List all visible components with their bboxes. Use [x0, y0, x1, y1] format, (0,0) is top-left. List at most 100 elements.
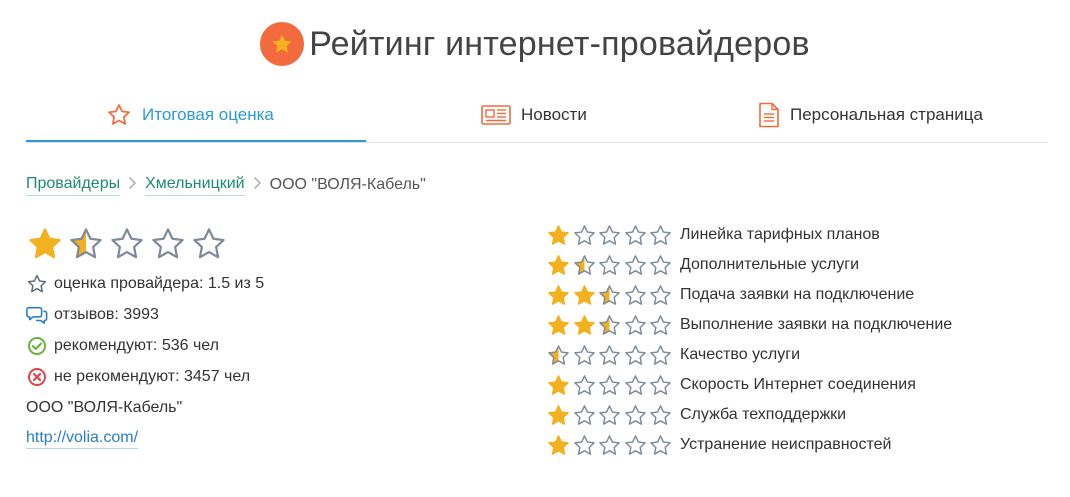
star-empty-icon [624, 344, 646, 365]
criteria-label: Дополнительные услуги [680, 256, 860, 273]
recommend-text: рекомендуют: 536 чел [54, 336, 219, 354]
star-filled-icon [548, 434, 569, 455]
rating-text: оценка провайдера: 1.5 из 5 [54, 274, 265, 292]
star-empty-icon [650, 404, 671, 425]
star-filled-icon [548, 404, 569, 425]
tab-label: Новости [521, 105, 587, 124]
breadcrumb-current: ООО "ВОЛЯ-Кабель" [269, 176, 426, 193]
criteria-row: Выполнение заявки на подключение [546, 310, 1046, 340]
criteria-stars [546, 433, 674, 458]
breadcrumb-city-link[interactable]: Хмельницкий [145, 175, 245, 196]
provider-summary: оценка провайдера: 1.5 из 5 отзывов: 399… [26, 222, 526, 454]
criteria-row: Скорость Интернет соединения [546, 370, 1046, 400]
tab-personal-page[interactable]: Персональная страница [758, 88, 983, 142]
star-empty-icon [650, 284, 671, 305]
website-row: http://volia.com/ [26, 423, 526, 454]
overall-rating-stars [26, 222, 526, 266]
criteria-stars [546, 253, 674, 278]
breadcrumb-providers-link[interactable]: Провайдеры [26, 175, 121, 196]
star-empty-icon [599, 404, 620, 425]
star-empty-icon [624, 374, 646, 395]
not-recommend-text: не рекомендуют: 3457 чел [54, 367, 251, 385]
rating-row: оценка провайдера: 1.5 из 5 [26, 268, 526, 299]
criteria-stars [546, 343, 674, 368]
company-name: ООО "ВОЛЯ-Кабель" [26, 398, 183, 416]
star-empty-icon [624, 404, 646, 425]
star-empty-icon [650, 314, 671, 335]
criteria-stars [546, 313, 674, 338]
star-filled-icon [573, 284, 595, 305]
star-filled-icon [548, 224, 569, 245]
star-empty-icon [599, 344, 620, 365]
star-empty-icon [111, 228, 143, 259]
criteria-row: Линейка тарифных планов [546, 220, 1046, 250]
star-empty-icon [624, 254, 646, 275]
document-icon [758, 102, 780, 128]
star-empty-icon [193, 228, 225, 259]
star-half-icon [70, 228, 102, 259]
star-empty-icon [650, 434, 671, 455]
criteria-row: Дополнительные услуги [546, 250, 1046, 280]
page-title: Рейтинг интернет-провайдеров [309, 24, 810, 63]
star-filled-icon [548, 254, 569, 275]
criteria-stars [546, 403, 674, 428]
star-outline-icon [106, 102, 132, 128]
star-empty-icon [624, 224, 646, 245]
criteria-stars [546, 373, 674, 398]
tab-label: Итоговая оценка [142, 105, 274, 124]
star-filled-icon [573, 314, 595, 335]
website-link[interactable]: http://volia.com/ [26, 429, 139, 449]
star-empty-icon [599, 224, 620, 245]
star-empty-icon [599, 374, 620, 395]
criteria-label: Служба техподдержки [680, 406, 847, 423]
breadcrumb: Провайдеры Хмельницкий ООО "ВОЛЯ-Кабель" [26, 172, 426, 198]
tab-bar: Итоговая оценка Новости Персональная стр… [26, 88, 1048, 143]
star-empty-icon [650, 344, 671, 365]
page-header: Рейтинг интернет-провайдеров [0, 14, 1070, 74]
star-empty-icon [624, 434, 646, 455]
star-empty-icon [573, 404, 595, 425]
star-filled-icon [548, 284, 569, 305]
star-empty-icon [152, 228, 184, 259]
star-empty-icon [573, 434, 595, 455]
criteria-stars [546, 223, 674, 248]
star-empty-icon [650, 374, 671, 395]
criteria-row: Служба техподдержки [546, 400, 1046, 430]
tab-overall-rating[interactable]: Итоговая оценка [106, 88, 274, 142]
criteria-label: Линейка тарифных планов [680, 226, 880, 243]
star-half-icon [548, 344, 569, 365]
reviews-text: отзывов: 3993 [54, 305, 159, 323]
star-empty-icon [599, 254, 620, 275]
star-half-icon [599, 284, 620, 305]
criteria-ratings: Линейка тарифных планов Дополнительные ус… [546, 220, 1046, 460]
star-filled-icon [548, 374, 569, 395]
criteria-label: Устранение неисправностей [680, 436, 892, 453]
criteria-label: Качество услуги [680, 346, 801, 363]
criteria-row: Устранение неисправностей [546, 430, 1046, 460]
criteria-stars [546, 283, 674, 308]
tab-label: Персональная страница [790, 105, 983, 124]
star-filled-icon [548, 314, 569, 335]
star-filled-icon [29, 228, 61, 259]
star-empty-icon [573, 374, 595, 395]
speech-bubbles-icon [26, 305, 48, 325]
star-empty-icon [650, 224, 671, 245]
star-outline-icon [26, 273, 48, 295]
criteria-row: Качество услуги [546, 340, 1046, 370]
not-recommend-row: не рекомендуют: 3457 чел [26, 361, 526, 392]
recommend-row: рекомендуют: 536 чел [26, 330, 526, 361]
chevron-right-icon [253, 176, 262, 194]
company-name-row: ООО "ВОЛЯ-Кабель" [26, 392, 526, 423]
star-empty-icon [573, 224, 595, 245]
star-empty-icon [650, 254, 671, 275]
chevron-right-icon [128, 176, 137, 194]
criteria-label: Подача заявки на подключение [680, 286, 915, 303]
star-empty-icon [624, 284, 646, 305]
criteria-row: Подача заявки на подключение [546, 280, 1046, 310]
star-empty-icon [624, 314, 646, 335]
star-empty-icon [599, 434, 620, 455]
star-half-icon [573, 254, 595, 275]
criteria-label: Скорость Интернет соединения [680, 376, 916, 393]
tab-news[interactable]: Новости [481, 88, 587, 142]
criteria-label: Выполнение заявки на подключение [680, 316, 953, 333]
